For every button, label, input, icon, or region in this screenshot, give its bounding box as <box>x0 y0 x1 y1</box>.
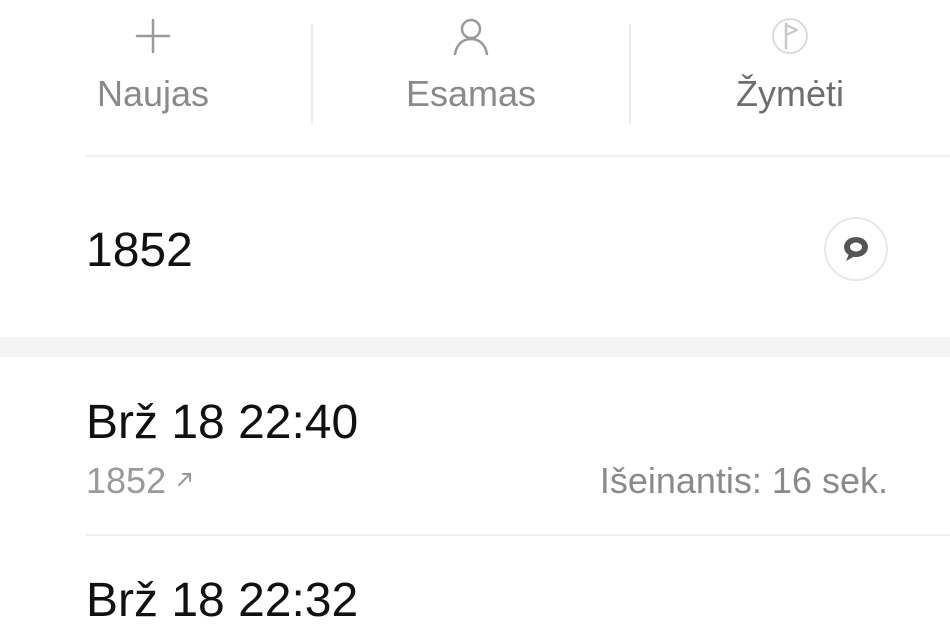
divider <box>85 534 950 536</box>
divider <box>629 24 631 124</box>
call-log-item[interactable]: Brž 18 22:32 <box>0 537 950 626</box>
call-details-screen: Naujas Esamas Žymėti 1852 Brž 18 22:40 1… <box>0 0 950 626</box>
plus-icon <box>135 18 171 54</box>
contact-number: 1852 <box>86 224 193 277</box>
new-contact-label: Naujas <box>96 73 210 114</box>
call-date: Brž 18 22:32 <box>86 574 359 626</box>
call-date: Brž 18 22:40 <box>86 396 359 449</box>
mark-number-button[interactable]: Žymėti <box>660 0 920 156</box>
existing-contact-button[interactable]: Esamas <box>341 0 601 156</box>
divider <box>311 24 313 124</box>
section-separator <box>0 337 950 357</box>
action-bar: Naujas Esamas Žymėti <box>0 0 950 156</box>
message-bubble-icon <box>844 237 868 261</box>
send-message-button[interactable] <box>824 217 888 281</box>
person-icon <box>453 18 489 56</box>
new-contact-button[interactable]: Naujas <box>23 0 283 156</box>
existing-contact-label: Esamas <box>405 73 537 114</box>
call-number: 1852 <box>86 461 194 501</box>
flag-icon <box>772 18 808 54</box>
mark-number-label: Žymėti <box>736 73 844 114</box>
outgoing-arrow-icon <box>178 473 192 487</box>
call-log-item[interactable]: Brž 18 22:40 1852 Išeinantis: 16 sek. <box>0 357 950 535</box>
contact-number-row[interactable]: 1852 <box>0 157 950 337</box>
call-number-text: 1852 <box>86 460 167 501</box>
call-duration: Išeinantis: 16 sek. <box>599 460 888 501</box>
